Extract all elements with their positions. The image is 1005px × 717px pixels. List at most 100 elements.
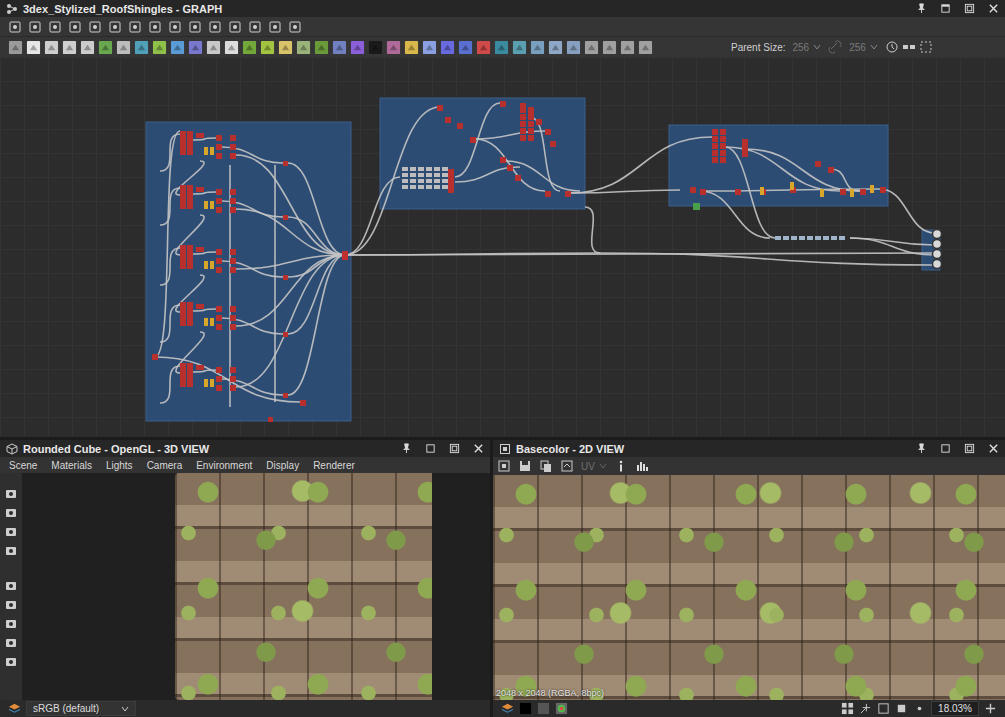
frame-icon[interactable] [919,40,933,54]
graph-node[interactable] [283,332,288,337]
viewport-3d[interactable] [22,473,490,700]
fit-icon[interactable] [497,459,511,473]
graph-node[interactable] [204,318,208,326]
link-icon[interactable] [108,20,122,34]
graph-node[interactable] [216,376,222,382]
graph-node[interactable] [550,141,556,147]
graph-node[interactable] [457,123,463,129]
node-tool-icon[interactable] [476,40,491,55]
graph-node[interactable] [448,181,454,187]
node-tool-icon[interactable] [368,40,383,55]
graph-node[interactable] [180,197,186,203]
graph-node[interactable] [187,197,193,203]
graph-node[interactable] [187,245,193,251]
graph-node[interactable] [180,302,186,308]
graph-node[interactable] [418,167,424,171]
node-tool-icon[interactable] [260,40,275,55]
graph-node[interactable] [230,385,236,391]
graph-node[interactable] [545,129,551,135]
graph-node[interactable] [210,318,214,326]
graph-node[interactable] [230,258,236,264]
graph-node[interactable] [448,175,454,181]
stamp-icon[interactable] [268,20,282,34]
node-tool-icon[interactable] [278,40,293,55]
layout-icon[interactable] [28,20,42,34]
graph-node[interactable] [528,121,534,127]
graph-node[interactable] [210,261,214,269]
graph-node[interactable] [418,179,424,183]
layers-icon[interactable] [501,702,514,715]
node-tool-icon[interactable] [422,40,437,55]
node-tool-icon[interactable] [44,40,59,55]
graph-node[interactable] [402,179,408,183]
graph-node[interactable] [448,187,454,193]
graph-node[interactable] [196,247,204,252]
graph-node[interactable] [216,153,222,159]
wrench-icon[interactable] [228,20,242,34]
graph-node[interactable] [712,143,718,149]
graph-node[interactable] [700,189,706,195]
graph-node[interactable] [196,187,204,192]
pin-icon[interactable] [401,443,412,454]
pin-icon[interactable] [916,443,927,454]
graph-node[interactable] [418,173,424,177]
graph-node[interactable] [820,189,824,197]
graph-node[interactable] [268,417,273,422]
node-tool-icon[interactable] [458,40,473,55]
node-tool-icon[interactable] [638,40,653,55]
graph-node[interactable] [216,324,222,330]
histogram-icon[interactable] [635,459,649,473]
info-icon[interactable] [68,20,82,34]
graph-node[interactable] [230,367,236,373]
node-tool-icon[interactable] [206,40,221,55]
graph-node[interactable] [230,144,236,150]
graph-node[interactable] [187,381,193,387]
graph-node[interactable] [545,191,551,197]
graph-node[interactable] [426,173,432,177]
node-tool-icon[interactable] [296,40,311,55]
scene-icon[interactable] [4,579,18,593]
graph-node[interactable] [690,187,696,193]
graph-node[interactable] [515,175,521,181]
flow-icon[interactable] [148,20,162,34]
node-tool-icon[interactable] [98,40,113,55]
graph-node[interactable] [187,375,193,381]
link-icon[interactable] [828,40,842,54]
graph-node[interactable] [180,251,186,257]
graph-node[interactable] [536,119,542,125]
texture-preview[interactable]: 2048 x 2048 (RGBA, 8bpc) [493,475,1005,700]
close-icon[interactable] [988,3,999,14]
node-tool-icon[interactable] [80,40,95,55]
mesh-icon[interactable] [4,636,18,650]
graph-node[interactable] [528,114,534,120]
node-tool-icon[interactable] [494,40,509,55]
channels-icon[interactable] [555,702,568,715]
maximize-icon[interactable] [964,3,975,14]
graph-node[interactable] [230,153,236,159]
float-icon[interactable] [940,443,951,454]
graph-node[interactable] [528,128,534,134]
graph-node[interactable] [520,114,526,120]
graph-node[interactable] [187,149,193,155]
graph-node[interactable] [828,167,834,173]
graph-node[interactable] [230,249,236,255]
output-node[interactable] [933,230,942,239]
refresh-icon[interactable] [560,459,574,473]
graph-node[interactable] [434,167,440,171]
graph-node[interactable] [565,191,571,197]
graph-node[interactable] [799,236,805,240]
camera-icon[interactable] [48,20,62,34]
graph-node[interactable] [216,385,222,391]
graph-node[interactable] [216,315,222,321]
graph-node[interactable] [230,306,236,312]
graph-node[interactable] [880,187,886,193]
graph-node[interactable] [426,185,432,189]
light-icon[interactable] [4,506,18,520]
graph-node[interactable] [342,251,348,260]
graph-node[interactable] [426,179,432,183]
graph-node[interactable] [204,147,208,155]
graph-node[interactable] [528,107,534,113]
menu-item[interactable]: Display [266,460,299,471]
graph-node[interactable] [410,167,416,171]
graph-node[interactable] [712,157,718,163]
